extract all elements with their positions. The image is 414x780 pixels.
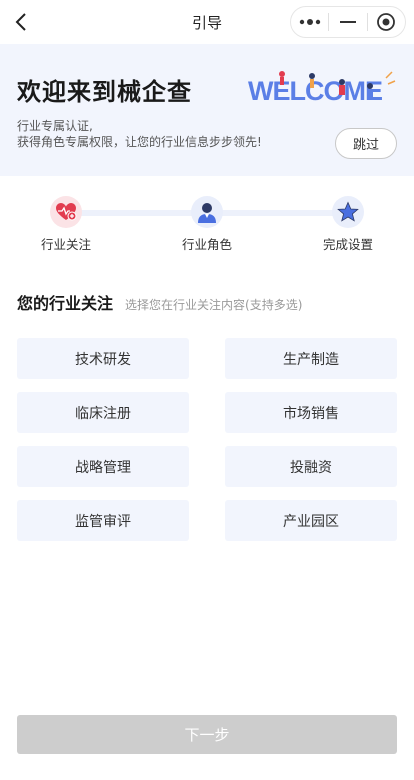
- step-label: 行业角色: [181, 237, 232, 252]
- star-icon: [332, 196, 364, 228]
- industry-focus-header: 您的行业关注 选择您在行业关注内容(支持多选): [17, 290, 302, 314]
- option-chip[interactable]: 临床注册: [17, 392, 189, 433]
- nav-bar: 引导: [0, 0, 414, 44]
- heart-plus-icon: [50, 196, 82, 228]
- minimize-icon[interactable]: [329, 7, 366, 37]
- option-chip[interactable]: 市场销售: [225, 392, 397, 433]
- option-chip[interactable]: 技术研发: [17, 338, 189, 379]
- option-chip[interactable]: 监管审评: [17, 500, 189, 541]
- section-title: 您的行业关注: [17, 294, 114, 313]
- section-hint: 选择您在行业关注内容(支持多选): [125, 298, 303, 312]
- person-icon: [191, 196, 223, 228]
- welcome-subtitle-line: 获得角色专属权限，让您的行业信息步步领先!: [17, 135, 262, 149]
- skip-button[interactable]: 跳过: [335, 128, 397, 159]
- step-label: 行业关注: [40, 237, 91, 252]
- welcome-title: 欢迎来到械企查: [17, 78, 192, 106]
- option-chip[interactable]: 投融资: [225, 446, 397, 487]
- mini-program-capsule: [290, 6, 406, 38]
- next-step-button[interactable]: 下一步: [17, 715, 397, 754]
- progress-steps: 行业关注 行业角色 完成设置: [0, 190, 414, 270]
- step-industry-focus: 行业关注: [16, 196, 116, 253]
- more-dots-icon[interactable]: [291, 7, 328, 37]
- target-close-icon[interactable]: [368, 7, 405, 37]
- option-chip[interactable]: 战略管理: [17, 446, 189, 487]
- welcome-banner: 欢迎来到械企查 WELCOME 行业专属认证, 获得角色专属权限，让您的行业信息…: [0, 44, 414, 176]
- option-chip[interactable]: 生产制造: [225, 338, 397, 379]
- step-complete-setup: 完成设置: [298, 196, 398, 253]
- svg-text:WELCOME: WELCOME: [248, 76, 382, 106]
- option-chip[interactable]: 产业园区: [225, 500, 397, 541]
- welcome-illustration: WELCOME: [246, 68, 398, 108]
- step-label: 完成设置: [322, 237, 373, 252]
- welcome-subtitle: 行业专属认证, 获得角色专属权限，让您的行业信息步步领先!: [17, 118, 262, 150]
- welcome-subtitle-line: 行业专属认证,: [17, 119, 93, 133]
- step-industry-role: 行业角色: [157, 196, 257, 253]
